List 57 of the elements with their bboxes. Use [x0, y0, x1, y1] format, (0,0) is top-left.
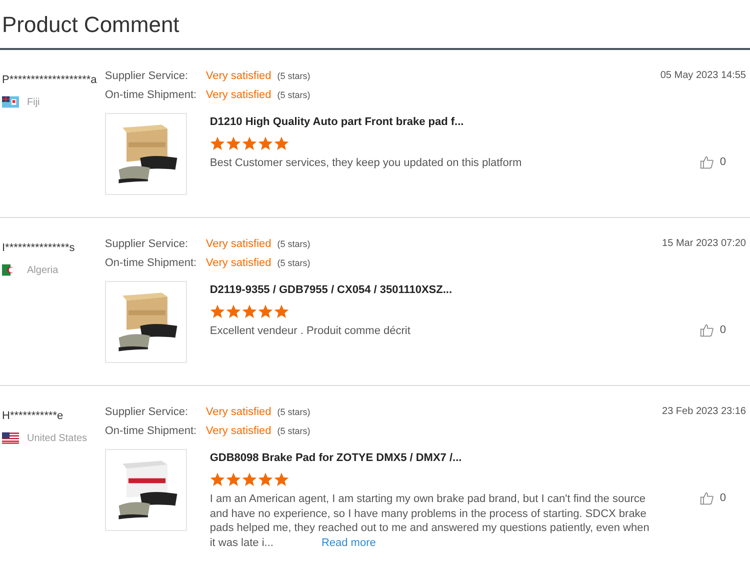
star-icon	[226, 136, 241, 151]
rating-note: (5 stars)	[277, 71, 310, 81]
product-name[interactable]: D1210 High Quality Auto part Front brake pad f...	[210, 116, 655, 128]
rating-note: (5 stars)	[277, 239, 310, 249]
rating-note: (5 stars)	[277, 426, 310, 436]
section-title: Product Comment	[2, 12, 180, 37]
star-icon	[210, 304, 225, 319]
product-name[interactable]: D2119-9355 / GDB7955 / CX054 / 3501110XSZ...	[210, 284, 655, 296]
star-icon	[242, 136, 257, 151]
product-name[interactable]: GDB8098 Brake Pad for ZOTYE DMX5 / DMX7 /...	[210, 452, 655, 464]
user-name: P*******************a	[2, 74, 97, 86]
rating-label: On-time Shipment:	[104, 425, 198, 437]
rating-label: Supplier Service:	[104, 238, 190, 250]
rating-label: On-time Shipment:	[104, 89, 198, 101]
flag-icon	[2, 432, 19, 444]
star-icon	[210, 136, 225, 151]
rating-value: Very satisfied	[206, 257, 272, 269]
rating-value: Very satisfied	[206, 406, 272, 418]
rating-value: Very satisfied	[206, 425, 272, 437]
country-name: United States	[27, 432, 88, 444]
comment-text: Best Customer services, they keep you updated on this platform	[210, 156, 523, 170]
star-icon	[226, 472, 241, 487]
rating-value: Very satisfied	[206, 70, 272, 82]
comment-text: Excellent vendeur . Produit comme décrit	[210, 324, 412, 338]
user-name: I***************s	[2, 242, 75, 254]
rating-note: (5 stars)	[277, 90, 310, 100]
rating-note: (5 stars)	[277, 407, 310, 417]
country-name: Fiji	[27, 96, 40, 108]
star-icon	[258, 472, 273, 487]
comment-date: 23 Feb 2023 23:16	[662, 406, 746, 417]
thumbs-up-icon[interactable]	[700, 323, 714, 337]
rating-note: (5 stars)	[277, 258, 310, 268]
star-icon	[274, 136, 289, 151]
country-name: Algeria	[27, 264, 58, 276]
comment-text: I am an American agent, I am starting my own brake pad brand, but I can't find the source and have no experience, so I have many problems in the process of starting. SDCX brake pads helped me, they reached out to me and answered my questions patiently, even when it was late i... Read more	[210, 492, 650, 550]
rating-value: Very satisfied	[206, 238, 272, 250]
rating-value: Very satisfied	[206, 89, 272, 101]
star-icon	[274, 472, 289, 487]
like-count: 0	[720, 324, 726, 336]
comment-date: 05 May 2023 14:55	[660, 70, 746, 81]
star-icon	[210, 472, 225, 487]
rating-label: On-time Shipment:	[104, 257, 198, 269]
star-icon	[242, 304, 257, 319]
thumbs-up-icon[interactable]	[700, 491, 714, 505]
rating-label: Supplier Service:	[104, 406, 190, 418]
rating-label: Supplier Service:	[104, 70, 190, 82]
read-more-link[interactable]: Read more	[321, 536, 376, 548]
star-icon	[226, 304, 241, 319]
comment-date: 15 Mar 2023 07:20	[662, 238, 746, 249]
star-icon	[258, 136, 273, 151]
like-count: 0	[720, 492, 726, 504]
star-icon	[242, 472, 257, 487]
user-name: H***********e	[2, 410, 64, 422]
like-count: 0	[720, 156, 726, 168]
thumbs-up-icon[interactable]	[700, 155, 714, 169]
star-icon	[258, 304, 273, 319]
star-icon	[274, 304, 289, 319]
